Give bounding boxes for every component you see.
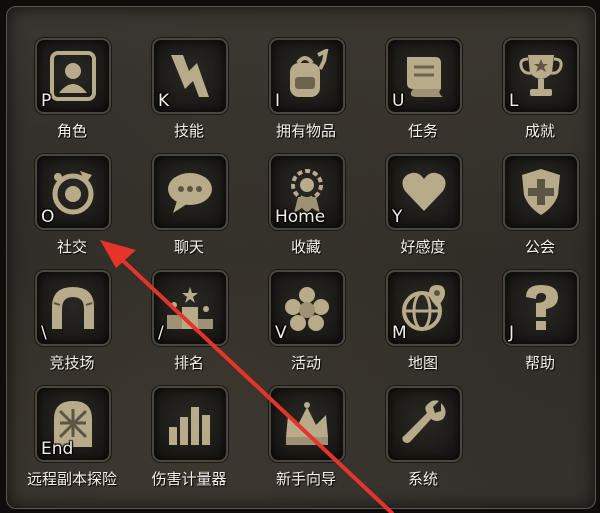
- menu-item-inventory[interactable]: I 拥有物品: [246, 30, 358, 146]
- hotkey-label: J: [509, 323, 515, 343]
- map-slot[interactable]: M: [386, 270, 462, 346]
- quest-scroll-icon: [407, 57, 443, 97]
- menu-item-system[interactable]: 系统: [363, 378, 475, 494]
- arena-gate-icon: [52, 287, 94, 329]
- menu-item-help[interactable]: J 帮助: [480, 262, 592, 378]
- chat-bubble-icon: [168, 173, 212, 213]
- hotkey-label: Y: [392, 207, 403, 227]
- character-portrait-icon: [50, 51, 96, 101]
- chat-slot[interactable]: [152, 154, 228, 230]
- menu-item-quests[interactable]: U 任务: [363, 30, 475, 146]
- events-slot[interactable]: V: [269, 270, 345, 346]
- menu-item-chat[interactable]: 聊天: [129, 146, 241, 262]
- skills-slot[interactable]: K: [152, 38, 228, 114]
- hotkey-label: O: [41, 207, 55, 227]
- item-label: 远程副本探险: [26, 470, 117, 488]
- guild-shield-icon: [522, 169, 560, 215]
- arena-slot[interactable]: \: [35, 270, 111, 346]
- item-label: 角色: [56, 122, 87, 140]
- item-label: 排名: [173, 354, 204, 372]
- event-star-icon: [285, 287, 329, 331]
- hotkey-label: \: [41, 323, 47, 343]
- item-label: 伤害计量器: [151, 470, 227, 488]
- item-label: 任务: [407, 122, 438, 140]
- menu-item-events[interactable]: V 活动: [246, 262, 358, 378]
- hotkey-label: End: [41, 439, 74, 459]
- item-label: 收藏: [290, 238, 321, 256]
- system-slot[interactable]: [386, 386, 462, 462]
- trophy-icon: [519, 55, 563, 96]
- item-label: 聊天: [173, 238, 204, 256]
- menu-item-guild[interactable]: 公会: [480, 146, 592, 262]
- item-label: 新手向导: [275, 470, 336, 488]
- ranking-slot[interactable]: /: [152, 270, 228, 346]
- ranking-podium-icon: [167, 287, 213, 329]
- quests-slot[interactable]: U: [386, 38, 462, 114]
- hotkey-label: K: [158, 91, 170, 111]
- help-slot[interactable]: J: [503, 270, 579, 346]
- menu-item-ranking[interactable]: / 排名: [129, 262, 241, 378]
- hotkey-label: U: [392, 91, 405, 111]
- wrench-system-icon: [402, 400, 446, 443]
- hotkey-label: P: [41, 91, 52, 111]
- item-label: 成就: [524, 122, 555, 140]
- achievements-slot[interactable]: L: [503, 38, 579, 114]
- menu-item-damage-meter[interactable]: 伤害计量器: [129, 378, 241, 494]
- damage-meter-slot[interactable]: [152, 386, 228, 462]
- hotkey-label: V: [275, 323, 287, 343]
- menu-item-beginner-guide[interactable]: 新手向导: [246, 378, 358, 494]
- hotkey-label: Home: [275, 207, 326, 227]
- social-slot[interactable]: O: [35, 154, 111, 230]
- remote-dungeon-slot[interactable]: End: [35, 386, 111, 462]
- menu-item-character[interactable]: P 角色: [12, 30, 124, 146]
- item-label: 拥有物品: [275, 122, 336, 140]
- beginner-guide-slot[interactable]: [269, 386, 345, 462]
- inventory-slot[interactable]: I: [269, 38, 345, 114]
- hotkey-label: I: [275, 91, 281, 111]
- affection-slot[interactable]: Y: [386, 154, 462, 230]
- item-label: 技能: [173, 122, 204, 140]
- question-mark-icon: [526, 285, 558, 330]
- heart-icon: [402, 172, 446, 211]
- menu-item-remote-dungeon[interactable]: End 远程副本探险: [12, 378, 124, 494]
- menu-item-affection[interactable]: Y 好感度: [363, 146, 475, 262]
- hotkey-label: L: [509, 91, 519, 111]
- menu-item-collection[interactable]: Home 收藏: [246, 146, 358, 262]
- backpack-icon: [290, 49, 329, 97]
- menu-item-arena[interactable]: \ 竞技场: [12, 262, 124, 378]
- menu-item-achievements[interactable]: L 成就: [480, 30, 592, 146]
- item-label: 活动: [290, 354, 321, 372]
- menu-item-social[interactable]: O 社交: [12, 146, 124, 262]
- bar-meter-icon: [169, 407, 210, 445]
- collection-slot[interactable]: Home: [269, 154, 345, 230]
- guild-slot[interactable]: [503, 154, 579, 230]
- item-label: 地图: [407, 354, 438, 372]
- item-label: 系统: [407, 470, 438, 488]
- item-label: 公会: [524, 238, 555, 256]
- hotkey-label: /: [158, 323, 164, 343]
- menu-item-skills[interactable]: K 技能: [129, 30, 241, 146]
- menu-item-map[interactable]: M 地图: [363, 262, 475, 378]
- crown-guide-icon: [286, 402, 328, 445]
- character-slot[interactable]: P: [35, 38, 111, 114]
- item-label: 好感度: [400, 238, 446, 256]
- item-label: 帮助: [524, 354, 555, 372]
- hotkey-label: M: [392, 323, 407, 343]
- item-label: 社交: [56, 238, 87, 256]
- item-label: 竞技场: [49, 354, 95, 372]
- lightning-skill-icon: [171, 55, 209, 97]
